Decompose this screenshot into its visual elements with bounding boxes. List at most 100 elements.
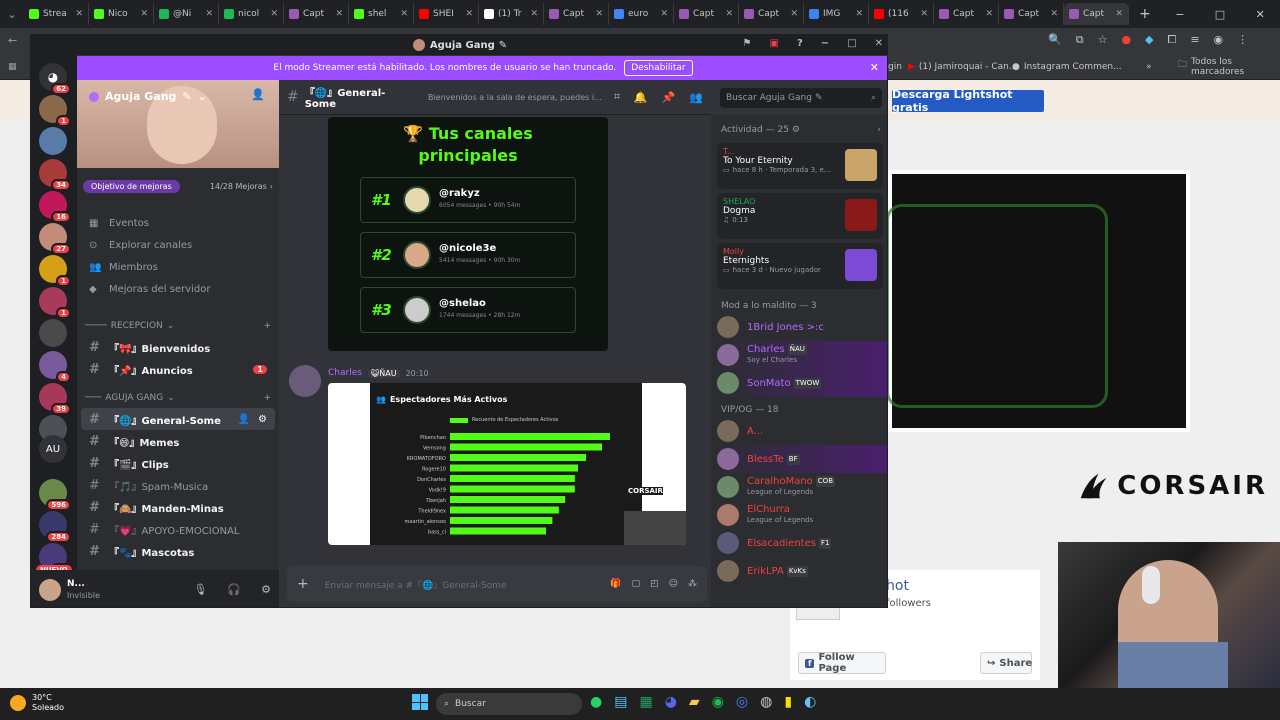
- server-icon[interactable]: 39: [39, 383, 71, 415]
- channel-item[interactable]: # 『💗』APOYO-EMOCIONAL: [81, 518, 275, 540]
- activity-card[interactable]: Molly Eternights ▭ hace 3 d · Nuevo jugador: [717, 243, 883, 289]
- browser-tab[interactable]: (116 ✕: [869, 3, 934, 25]
- close-tab-icon[interactable]: ✕: [1050, 9, 1058, 19]
- server-header[interactable]: Aguja Gang ✎ ⌄: [89, 90, 207, 103]
- nav-item[interactable]: ⊙ Explorar canales: [81, 234, 275, 256]
- browser-tab[interactable]: Strea ✕: [24, 3, 89, 25]
- message-author[interactable]: Charles: [328, 368, 362, 378]
- browser-tab[interactable]: Capt ✕: [674, 3, 739, 25]
- member-item[interactable]: Charles ÑAU Soy el Charles: [711, 341, 887, 369]
- channel-item[interactable]: # 『🙈』Manden-Minas: [81, 496, 275, 518]
- threads-icon[interactable]: ⌗: [614, 90, 620, 104]
- server-icon[interactable]: 284: [39, 511, 71, 543]
- headphones-icon[interactable]: 🎧: [227, 583, 241, 596]
- close-tab-icon[interactable]: ✕: [205, 9, 213, 19]
- browser-tab[interactable]: euro ✕: [609, 3, 674, 25]
- member-item[interactable]: CaralhoMano COB League of Legends: [711, 473, 887, 501]
- bookmark-item[interactable]: gin: [888, 62, 902, 72]
- attach-plus-icon[interactable]: +: [297, 576, 309, 592]
- browser-tab[interactable]: Capt ✕: [739, 3, 804, 25]
- attachment-image[interactable]: 👥 Espectadores Más Activos Recuento de Es…: [328, 383, 686, 545]
- nav-item[interactable]: ▦ Eventos: [81, 212, 275, 234]
- member-item[interactable]: ElChurra League of Legends: [711, 501, 887, 529]
- browser-tab[interactable]: Nico ✕: [89, 3, 154, 25]
- server-icon[interactable]: 1: [39, 287, 71, 319]
- channel-item[interactable]: # 『🌐』General-Some 👤 ⚙: [81, 408, 275, 430]
- close-tab-icon[interactable]: ✕: [140, 9, 148, 19]
- minimize-icon[interactable]: −: [1175, 8, 1184, 21]
- sticker-icon[interactable]: ◰: [650, 579, 659, 589]
- chrome-icon[interactable]: ◎: [736, 694, 748, 710]
- member-item[interactable]: BlessTe BF: [711, 445, 887, 473]
- spotify-icon[interactable]: ◉: [712, 694, 724, 710]
- browser-tab[interactable]: Capt ✕: [544, 3, 609, 25]
- server-icon[interactable]: [39, 127, 67, 155]
- browser-tab[interactable]: (1) Tr ✕: [479, 3, 544, 25]
- channel-item[interactable]: # 『📌』Anuncios 1: [81, 358, 275, 380]
- channel-item[interactable]: # 『🎀』Bienvenidos: [81, 336, 275, 358]
- window-controls[interactable]: − □ ✕: [1160, 8, 1280, 21]
- category-aguja-gang[interactable]: ─── AGUJA GANG ⌄ +: [77, 388, 279, 408]
- microphone-icon[interactable]: 🎙: [193, 583, 207, 596]
- server-icon[interactable]: 16: [39, 191, 71, 223]
- close-tab-icon[interactable]: ✕: [855, 9, 863, 19]
- all-bookmarks[interactable]: 🗀 Todos los marcadores: [1178, 57, 1280, 77]
- close-banner-icon[interactable]: ✕: [870, 61, 879, 74]
- close-tab-icon[interactable]: ✕: [400, 9, 408, 19]
- tab-search-icon[interactable]: ⌄: [0, 8, 24, 21]
- invite-icon[interactable]: 👤: [238, 414, 250, 425]
- browser-tab[interactable]: Capt ✕: [1064, 3, 1129, 25]
- sticky-icon[interactable]: ▮: [784, 694, 792, 710]
- avatar[interactable]: [39, 578, 61, 601]
- fb-page-name[interactable]: hot: [886, 578, 909, 594]
- activity-card[interactable]: T... To Your Eternity ▭ hace 8 h · Temporad…: [717, 143, 883, 189]
- pin-icon[interactable]: 📌: [662, 91, 676, 104]
- server-icon[interactable]: [39, 319, 67, 347]
- bell-icon[interactable]: 🔔: [634, 91, 648, 104]
- browser-tab[interactable]: IMG ✕: [804, 3, 869, 25]
- boost-progress[interactable]: Objetivo de mejoras 14/28 Mejoras ›: [83, 178, 273, 194]
- menu-lines-icon[interactable]: ≡: [1190, 33, 1199, 47]
- member-item[interactable]: SonMato TWOW: [711, 369, 887, 397]
- server-icon[interactable]: 34: [39, 159, 71, 191]
- server-icon[interactable]: 27: [39, 223, 71, 255]
- nav-item[interactable]: ◆ Mejoras del servidor: [81, 278, 275, 300]
- browser-tab[interactable]: shel ✕: [349, 3, 414, 25]
- close-tab-icon[interactable]: ✕: [270, 9, 278, 19]
- browser-tab[interactable]: Capt ✕: [934, 3, 999, 25]
- member-item[interactable]: Elsacadientes F1: [711, 529, 887, 557]
- close-tab-icon[interactable]: ✕: [985, 9, 993, 19]
- gif-icon[interactable]: ▢: [632, 579, 641, 589]
- server-icon[interactable]: 1: [39, 95, 71, 127]
- steam-icon[interactable]: ◐: [804, 694, 816, 710]
- profile-icon[interactable]: ◉: [1214, 33, 1224, 47]
- new-tab-button[interactable]: +: [1129, 6, 1151, 22]
- lightshot-download-button[interactable]: Descarga Lightshot gratis: [892, 88, 1044, 114]
- message-composer[interactable]: + Enviar mensaje a #『🌐』General-Some 🎁 ▢ …: [287, 566, 707, 602]
- taskbar-search[interactable]: ⌕ Buscar: [436, 693, 582, 715]
- browser-tab[interactable]: nicol ✕: [219, 3, 284, 25]
- follow-page-button[interactable]: f Follow Page: [798, 652, 886, 674]
- close-tab-icon[interactable]: ✕: [790, 9, 798, 19]
- help-icon[interactable]: ?: [797, 38, 803, 49]
- zoom-icon[interactable]: 🔍: [1048, 33, 1062, 47]
- star-icon[interactable]: ☆: [1098, 33, 1108, 47]
- close-tab-icon[interactable]: ✕: [920, 9, 928, 19]
- server-icon[interactable]: 596: [39, 479, 71, 511]
- category-recepcion[interactable]: ──── RECEPCION ⌄ +: [77, 316, 279, 336]
- notes-icon[interactable]: ▤: [614, 694, 627, 710]
- member-item[interactable]: A...: [711, 417, 887, 445]
- kebab-icon[interactable]: ⋮: [1237, 33, 1248, 47]
- server-icon[interactable]: 4: [39, 351, 71, 383]
- cast-icon[interactable]: ⧉: [1076, 33, 1084, 47]
- close-tab-icon[interactable]: ✕: [75, 9, 83, 19]
- apps-icon[interactable]: ⁂: [688, 579, 697, 589]
- members-icon[interactable]: 👥: [689, 91, 703, 104]
- gift-icon[interactable]: 🎁: [610, 579, 621, 589]
- translate-icon[interactable]: ◆: [1145, 33, 1153, 47]
- close-tab-icon[interactable]: ✕: [660, 9, 668, 19]
- add-member-icon[interactable]: 👤: [251, 88, 265, 101]
- minimize-icon[interactable]: −: [821, 38, 829, 49]
- browser-tab[interactable]: SHEI ✕: [414, 3, 479, 25]
- close-tab-icon[interactable]: ✕: [725, 9, 733, 19]
